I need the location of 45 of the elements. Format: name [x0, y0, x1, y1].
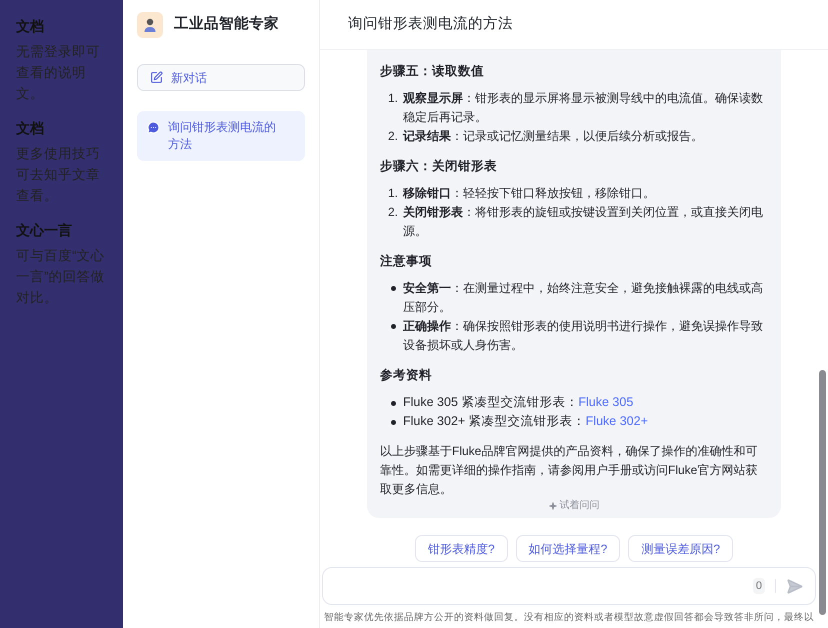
bullet-icon: [391, 401, 396, 406]
disclaimer-text: 智能专家优先依据品牌方公开的资料做回复。没有相应的资料或者模型故意虚假回答都会导致答非所问，最终以: [323, 611, 815, 625]
reference-link[interactable]: Fluke 305: [578, 393, 634, 412]
suggestion-chip[interactable]: 如何选择量程?: [516, 535, 620, 562]
section-heading: 步骤六：关闭钳形表: [380, 158, 498, 175]
sidebar-section-text: 可与百度“文心一言”的回答做对比。: [16, 247, 106, 307]
sparkle-icon: [548, 502, 556, 510]
chat-bubble-icon: [147, 121, 160, 134]
list-number: 2.: [388, 204, 400, 221]
list-number: 1.: [388, 90, 400, 107]
send-icon[interactable]: [786, 578, 803, 594]
list-item-text: 记录结果：记录或记忆测量结果，以便后续分析或报告。: [403, 128, 703, 145]
sidebar-section-text: 无需登录即可查看的说明文。: [16, 43, 101, 103]
list-item-text: 移除钳口：轻轻按下钳口释放按钮，移除钳口。: [403, 185, 655, 202]
list-item-text: 安全第一：在测量过程中，始终注意安全，避免接触裸露的电线或高压部分。: [403, 280, 764, 316]
conversation-item[interactable]: 询问钳形表测电流的方法: [137, 111, 305, 161]
list-item-text: 观察显示屏：钳形表的显示屏将显示被测导线中的电流值。确保读数稳定后再记录。: [403, 90, 764, 126]
list-item-text: 关闭钳形表：将钳形表的旋钮或按键设置到关闭位置，或直接关闭电源。: [403, 204, 764, 240]
character-counter: 0: [752, 578, 765, 594]
reference-text: Fluke 305 紧凑型交流钳形表：: [403, 394, 578, 411]
list-number: 1.: [388, 185, 400, 202]
sidebar-section-text: 更多使用技巧可去知乎文章查看。: [16, 145, 101, 205]
suggestion-chip[interactable]: 钳形表精度?: [414, 535, 508, 562]
reference-text: Fluke 302+ 紧凑型交流钳形表：: [403, 413, 586, 430]
edit-icon: [150, 71, 163, 84]
bullet-icon: [391, 324, 396, 329]
new-chat-button[interactable]: 新对话: [137, 64, 305, 91]
bullet-icon: [391, 286, 396, 291]
app-name: 工业品智能专家: [174, 14, 279, 34]
sidebar-section-title: 文档: [16, 119, 45, 138]
message-input[interactable]: 0: [322, 567, 816, 605]
suggestion-chip[interactable]: 测量误差原因?: [628, 535, 734, 562]
section-heading: 步骤五：读取数值: [380, 63, 485, 80]
sidebar-section-title: 文档: [16, 17, 45, 36]
try-asking-label: 试着问问: [560, 500, 600, 512]
chat-title: 询问钳形表测电流的方法: [348, 14, 513, 34]
section-heading: 参考资料: [380, 367, 433, 384]
list-item-text: 正确操作：确保按照钳形表的使用说明书进行操作，避免误操作导致设备损坏或人身伤害。: [403, 318, 764, 354]
section-heading: 注意事项: [380, 253, 433, 270]
reference-link[interactable]: Fluke 302+: [586, 412, 648, 431]
list-number: 2.: [388, 128, 400, 145]
summary-paragraph: 以上步骤基于Fluke品牌官网提供的产品资料，确保了操作的准确性和可靠性。如需更详细的操作指南，请参阅用户手册或访问Fluke官方网站获取更多信息。: [380, 443, 758, 498]
bullet-icon: [391, 420, 396, 425]
assistant-avatar-icon: [137, 12, 163, 38]
sidebar-section-title: 文心一言: [16, 221, 73, 240]
